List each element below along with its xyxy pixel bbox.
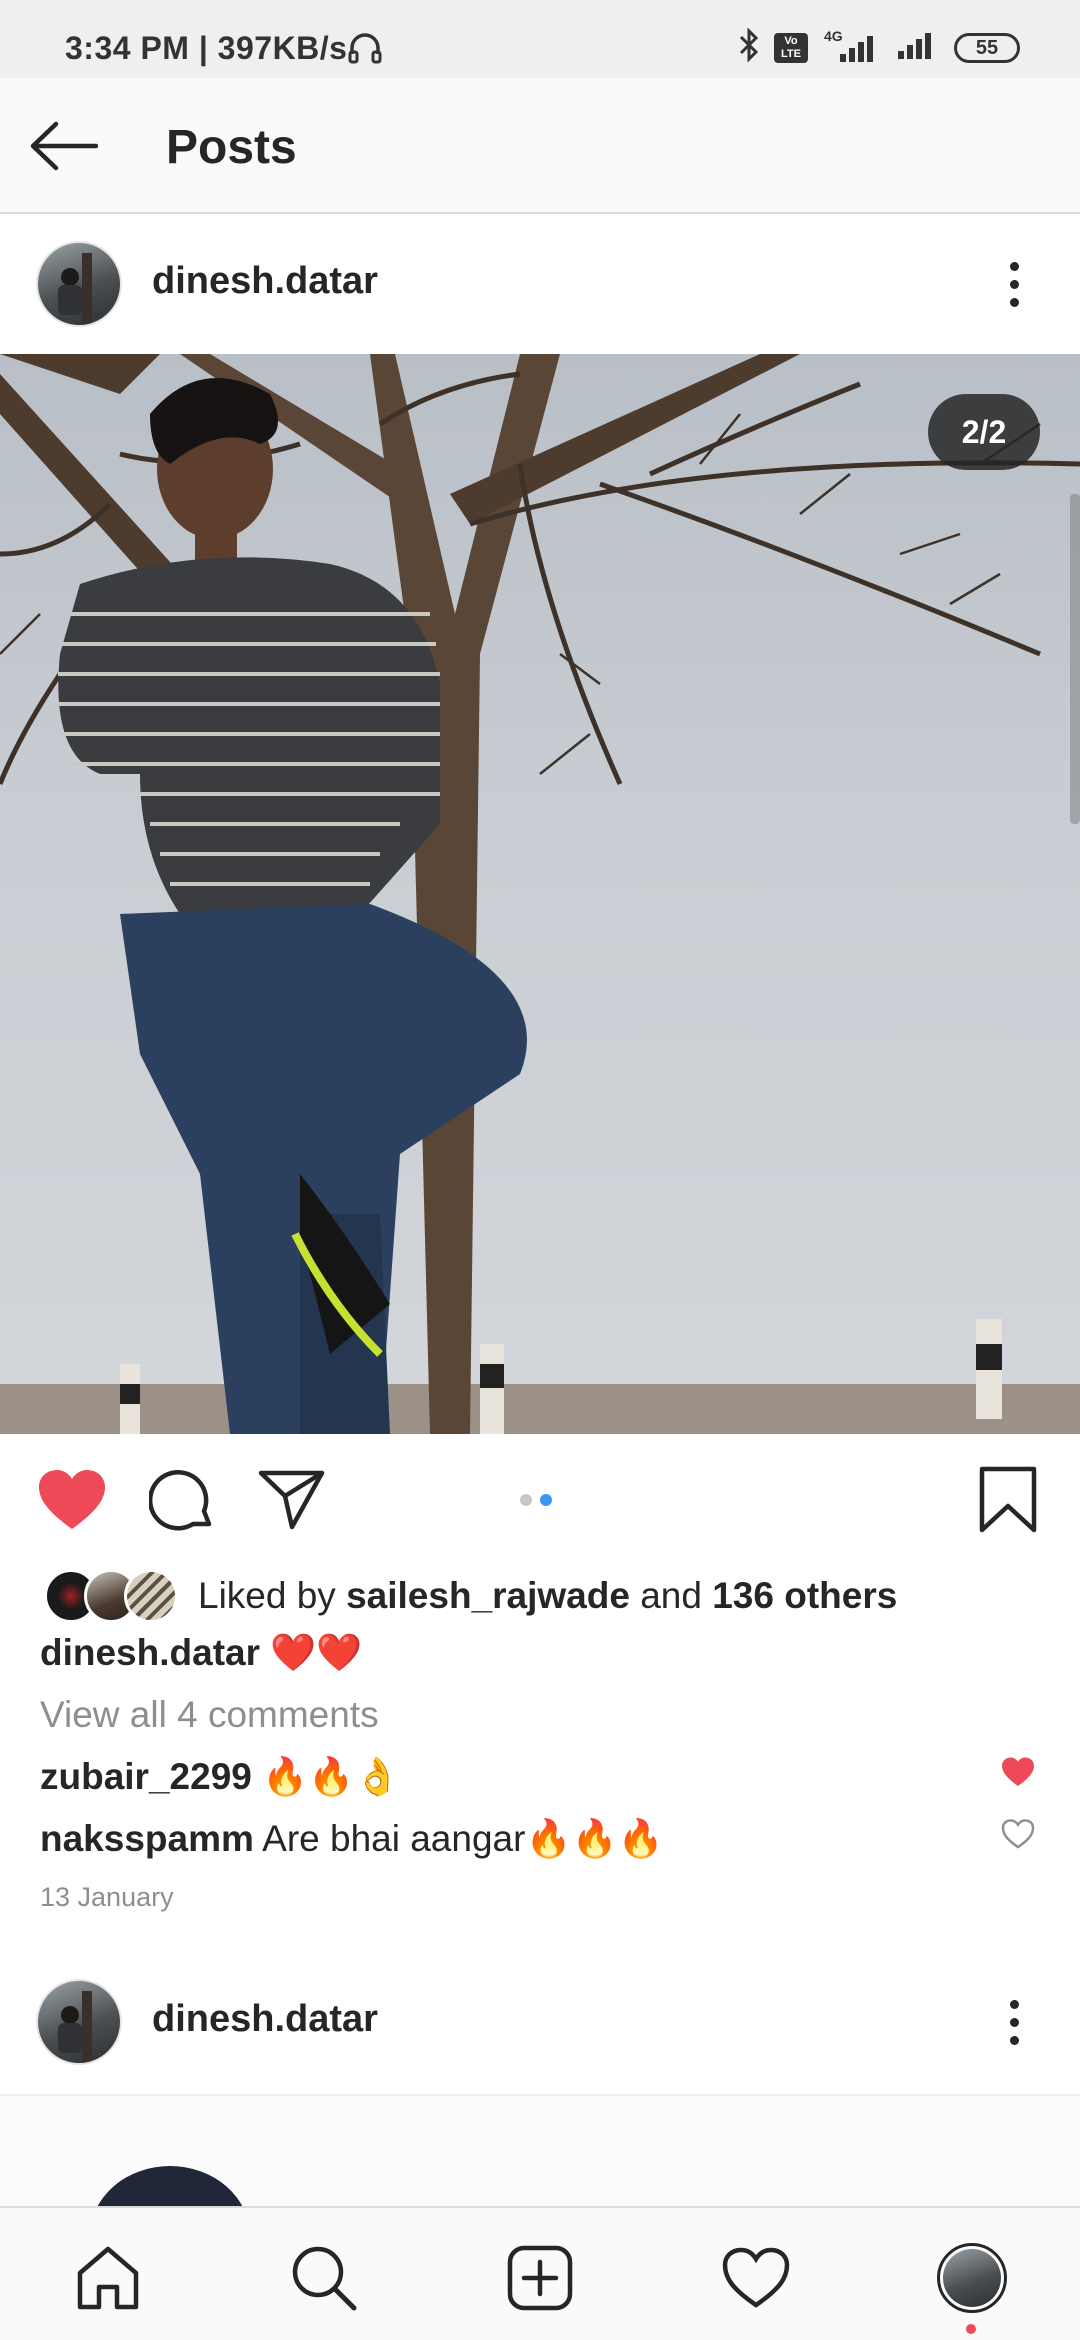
carousel-dot (520, 1494, 532, 1506)
caption-username[interactable]: dinesh.datar (40, 1632, 260, 1673)
liker-avatars (44, 1569, 194, 1623)
status-bar: 3:34 PM | 397KB/s Vo LTE 4G 55 (0, 0, 1080, 78)
arrow-left-icon (30, 121, 98, 171)
more-dot (1009, 1999, 1019, 2009)
comment-like-button[interactable] (998, 1752, 1038, 1792)
comment-text: Are bhai aangar🔥🔥🔥 (262, 1818, 664, 1859)
comment-like-button[interactable] (998, 1814, 1038, 1854)
more-dot (1009, 2017, 1019, 2027)
page-title: Posts (166, 121, 297, 174)
post-username[interactable]: dinesh.datar (152, 1998, 378, 2041)
bottom-navigation (0, 2206, 1080, 2340)
signal-icon (896, 29, 940, 66)
comment-item: naksspamm Are bhai aangar🔥🔥🔥 (40, 1818, 664, 1861)
likes-others[interactable]: 136 others (712, 1575, 897, 1616)
comment-text: 🔥🔥👌 (262, 1756, 401, 1797)
profile-avatar (937, 2243, 1007, 2313)
activity-icon (722, 2247, 790, 2308)
comment-username[interactable]: naksspamm (40, 1818, 254, 1859)
scrollbar[interactable] (1070, 494, 1080, 824)
comment-icon (149, 1470, 212, 1531)
like-button[interactable] (34, 1462, 110, 1538)
likes-joiner: and (640, 1575, 702, 1616)
liker-username[interactable]: sailesh_rajwade (346, 1575, 630, 1616)
signal-4g-icon: 4G (822, 28, 882, 64)
home-icon (77, 2246, 139, 2310)
bluetooth-icon (738, 27, 760, 67)
status-time: 3:34 PM | 397KB/s (65, 30, 348, 66)
notification-dot (966, 2324, 976, 2334)
post-header: dinesh.datar (0, 214, 1080, 354)
nav-profile[interactable] (934, 2240, 1010, 2316)
nav-new-post[interactable] (502, 2240, 578, 2316)
caption-text: ❤️❤️ (270, 1632, 363, 1673)
post-photo[interactable]: 2/2 (0, 354, 1080, 1434)
carousel-dot-active (540, 1494, 552, 1506)
likes-row[interactable]: Liked by sailesh_rajwade and 136 others (44, 1566, 897, 1626)
post-actions (0, 1434, 1080, 1564)
likes-summary: Liked by sailesh_rajwade and 136 others (198, 1575, 897, 1617)
battery-icon: 55 (954, 32, 1020, 63)
share-button[interactable] (254, 1462, 330, 1538)
more-options-button[interactable] (984, 248, 1044, 320)
headphones-icon (348, 32, 382, 69)
more-dot (1009, 279, 1019, 289)
comment-item: zubair_2299 🔥🔥👌 (40, 1756, 400, 1799)
avatar[interactable] (36, 1979, 122, 2065)
nav-search[interactable] (286, 2240, 362, 2316)
heart-filled-icon (1002, 1757, 1034, 1787)
comment-button[interactable] (144, 1462, 220, 1538)
more-dot (1009, 261, 1019, 271)
top-app-bar: Posts (0, 78, 1080, 214)
more-options-button[interactable] (984, 1986, 1044, 2058)
view-all-comments-link[interactable]: View all 4 comments (40, 1694, 379, 1736)
carousel-indicator (520, 1494, 552, 1506)
send-icon (258, 1470, 325, 1530)
more-dot (1009, 2035, 1019, 2045)
volte-icon: Vo LTE (774, 32, 808, 63)
search-icon (292, 2246, 357, 2311)
next-post-photo[interactable] (0, 2094, 1080, 2206)
new-post-icon (507, 2245, 573, 2311)
back-button[interactable] (28, 116, 104, 176)
photo-illustration (0, 354, 1080, 1434)
nav-activity[interactable] (718, 2240, 794, 2316)
bookmark-icon (979, 1466, 1037, 1533)
likes-prefix: Liked by (198, 1575, 336, 1616)
post-username[interactable]: dinesh.datar (152, 260, 378, 303)
next-post-header: dinesh.datar (0, 1952, 1080, 2092)
nav-home[interactable] (70, 2240, 146, 2316)
image-counter-badge: 2/2 (928, 394, 1040, 470)
more-dot (1009, 297, 1019, 307)
heart-filled-icon (39, 1470, 105, 1529)
avatar (124, 1569, 178, 1623)
post-date: 13 January (40, 1882, 174, 1912)
post-caption: dinesh.datar ❤️❤️ (40, 1632, 362, 1675)
avatar[interactable] (36, 241, 122, 327)
comment-username[interactable]: zubair_2299 (40, 1756, 252, 1797)
heart-outline-icon (1001, 1819, 1035, 1849)
photo-illustration (0, 2096, 1080, 2206)
save-button[interactable] (970, 1462, 1046, 1538)
